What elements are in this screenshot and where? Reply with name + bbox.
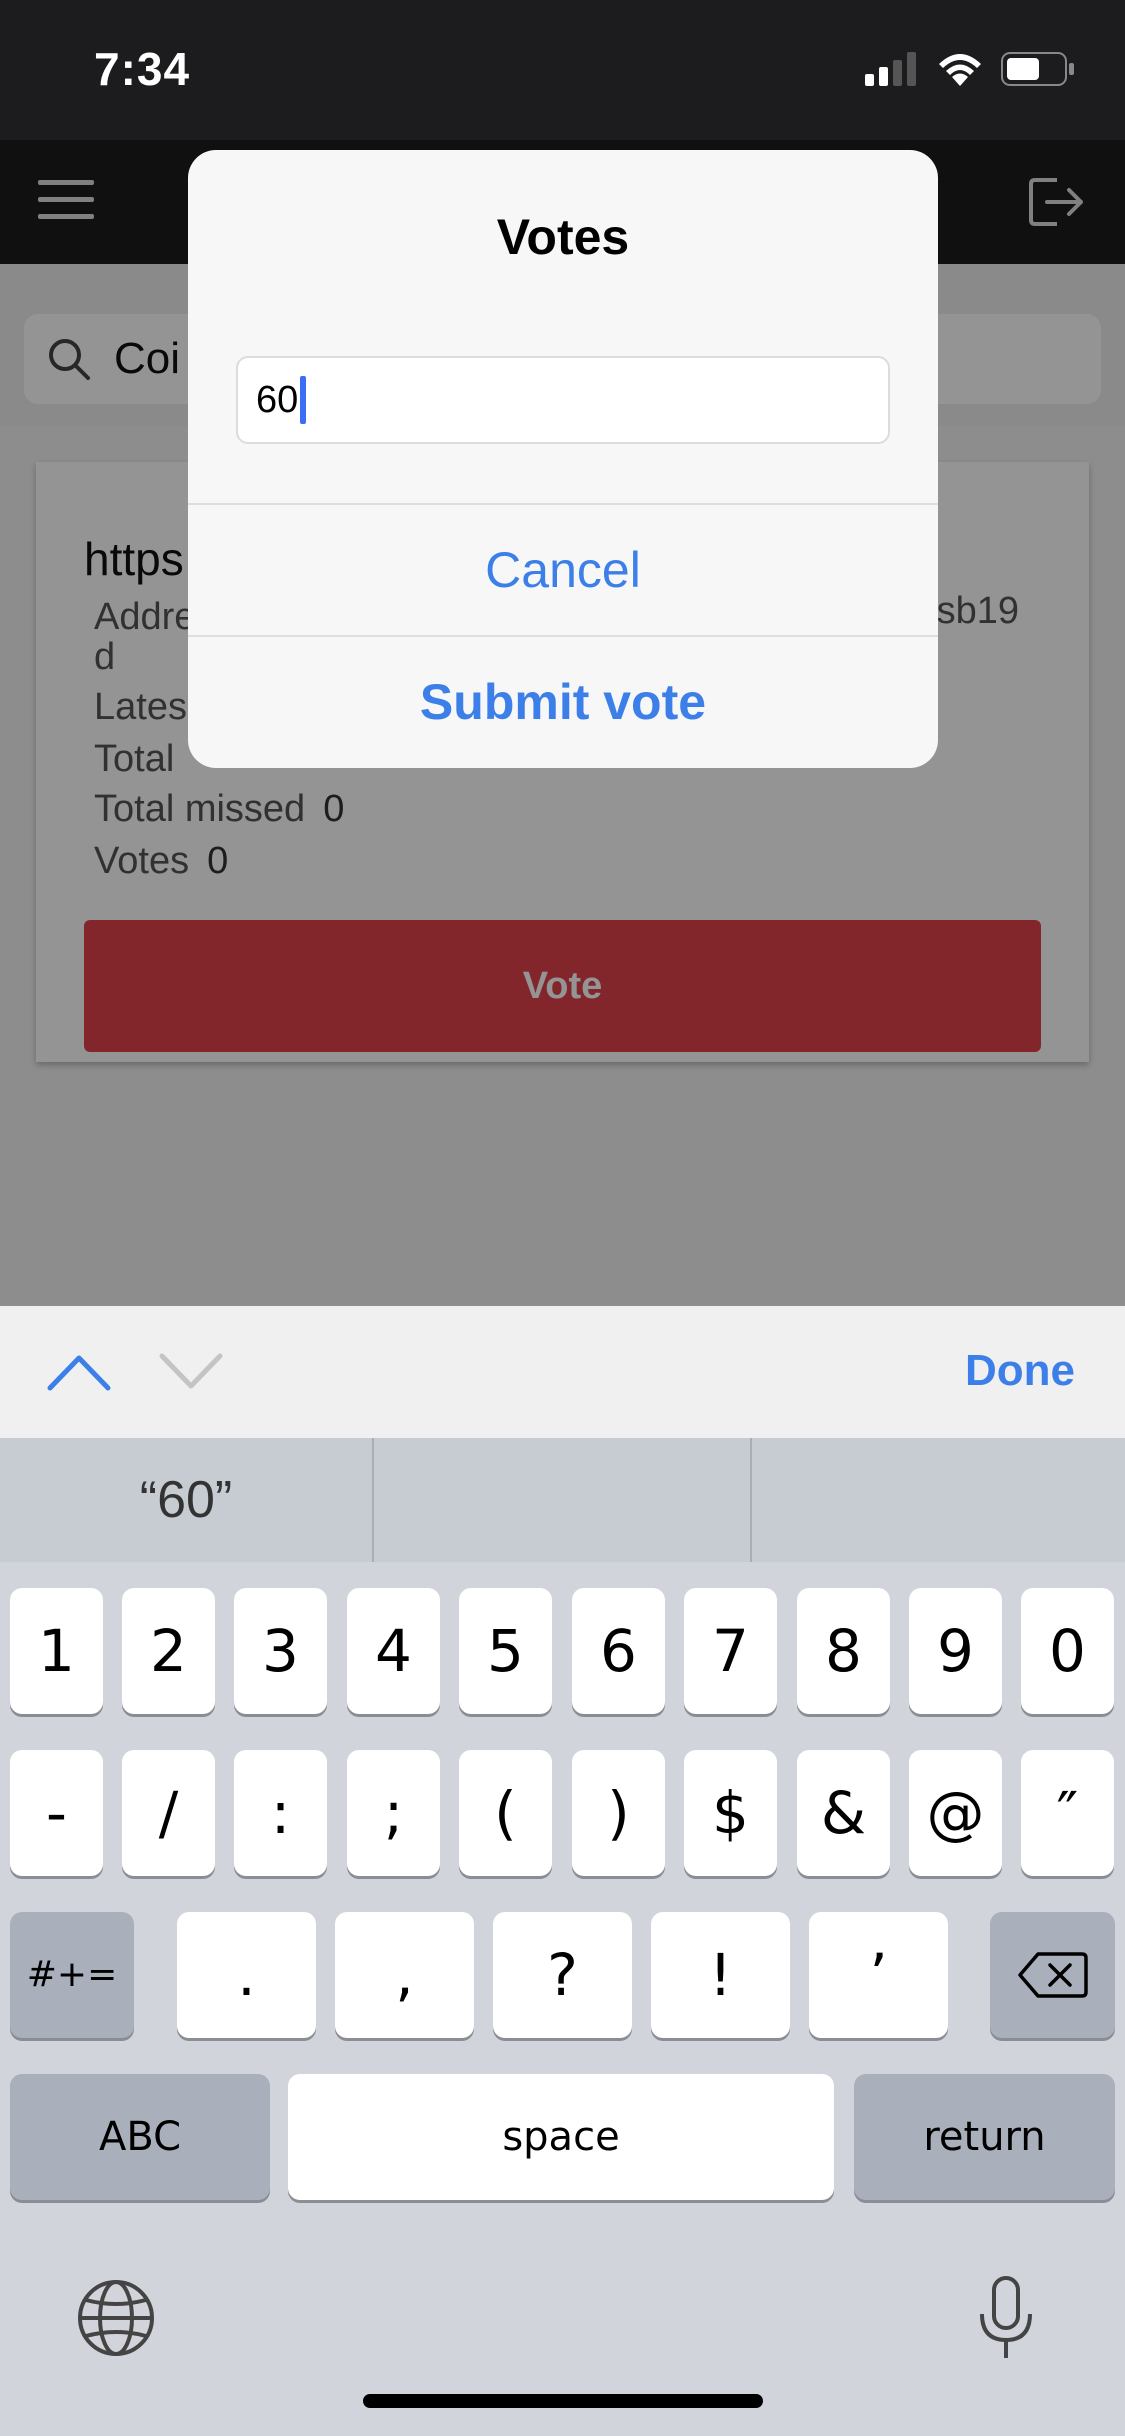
key-apostrophe[interactable]: ’	[809, 1912, 948, 2038]
suggestion-divider	[372, 1438, 374, 1562]
key-slash[interactable]: /	[122, 1750, 215, 1876]
key-dollar[interactable]: $	[684, 1750, 777, 1876]
status-time: 7:34	[94, 43, 191, 95]
submit-vote-button[interactable]: Submit vote	[188, 637, 938, 767]
key-colon[interactable]: :	[234, 1750, 327, 1876]
key-2[interactable]: 2	[122, 1588, 215, 1714]
key-1[interactable]: 1	[10, 1588, 103, 1714]
key-9[interactable]: 9	[909, 1588, 1002, 1714]
space-key[interactable]: space	[288, 2074, 834, 2200]
votes-alert-dialog: Votes 60 Cancel Submit vote	[188, 150, 938, 768]
suggestion-divider	[750, 1438, 752, 1562]
key-5[interactable]: 5	[459, 1588, 552, 1714]
alert-title: Votes	[496, 209, 630, 265]
suggestion-bar: “60”	[0, 1438, 1125, 1562]
key-semicolon[interactable]: ;	[347, 1750, 440, 1876]
cellular-signal-icon	[865, 52, 916, 86]
key-hyphen[interactable]: -	[10, 1750, 103, 1876]
key-0[interactable]: 0	[1021, 1588, 1114, 1714]
key-8[interactable]: 8	[797, 1588, 890, 1714]
key-open-paren[interactable]: (	[459, 1750, 552, 1876]
key-3[interactable]: 3	[234, 1588, 327, 1714]
chevron-down-icon[interactable]	[158, 1350, 224, 1392]
status-icons	[865, 52, 1075, 86]
key-period[interactable]: .	[177, 1912, 316, 2038]
cancel-button[interactable]: Cancel	[188, 505, 938, 635]
key-7[interactable]: 7	[684, 1588, 777, 1714]
return-key[interactable]: return	[854, 2074, 1115, 2200]
key-at[interactable]: @	[909, 1750, 1002, 1876]
votes-input-value: 60	[256, 378, 299, 421]
status-bar: 7:34	[0, 0, 1125, 140]
key-close-paren[interactable]: )	[572, 1750, 665, 1876]
abc-key[interactable]: ABC	[10, 2074, 270, 2200]
keyboard-accessory-bar: Done	[0, 1306, 1125, 1438]
key-ampersand[interactable]: &	[797, 1750, 890, 1876]
key-exclamation[interactable]: !	[651, 1912, 790, 2038]
keyboard: “60” 1 2 3 4 5 6 7 8 9 0 - / : ; ( ) $ &…	[0, 1438, 1125, 2436]
symbols-toggle-key[interactable]: #+=	[10, 1912, 134, 2038]
key-quote[interactable]: ″	[1021, 1750, 1114, 1876]
key-6[interactable]: 6	[572, 1588, 665, 1714]
battery-icon	[1001, 52, 1074, 86]
key-comma[interactable]: ,	[335, 1912, 474, 2038]
text-caret	[300, 376, 307, 424]
key-4[interactable]: 4	[347, 1588, 440, 1714]
chevron-up-icon[interactable]	[46, 1350, 112, 1392]
done-button[interactable]: Done	[965, 1346, 1075, 1396]
wifi-icon	[939, 54, 981, 86]
delete-key[interactable]	[990, 1912, 1115, 2038]
home-indicator	[363, 2394, 763, 2408]
microphone-icon[interactable]	[978, 2276, 1034, 2362]
globe-icon[interactable]	[76, 2278, 156, 2358]
suggestion-item[interactable]: “60”	[0, 1438, 372, 1562]
key-question[interactable]: ?	[493, 1912, 632, 2038]
backspace-icon	[1017, 1952, 1088, 1998]
votes-input[interactable]: 60	[236, 356, 890, 444]
